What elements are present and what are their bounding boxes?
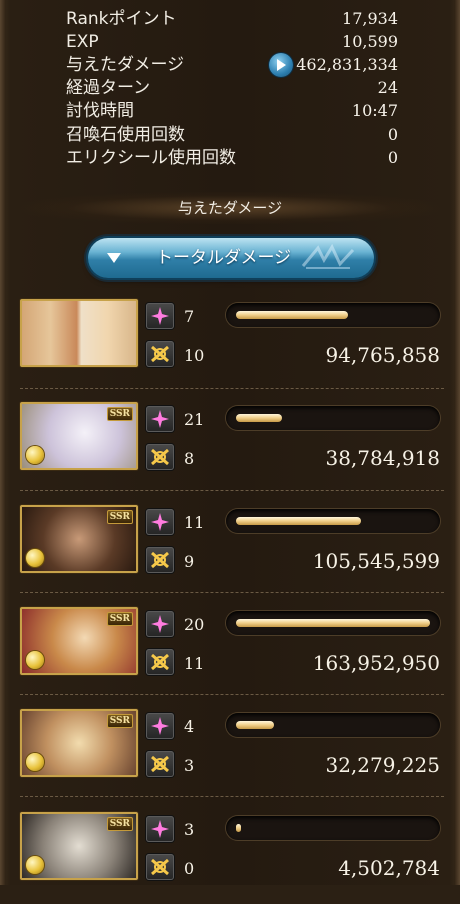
ability-icon (146, 816, 174, 842)
ssr-badge: SSR (106, 817, 133, 831)
ability-count: 11 (184, 513, 205, 532)
charge-attack-icon (146, 444, 174, 470)
character-row: 7 10 94,765,858 (18, 299, 446, 391)
stat-label: 経過ターン (66, 78, 151, 98)
stat-value: 24 (377, 78, 398, 97)
stat-row-damage-dealt: 与えたダメージ 462,831,334 (66, 53, 398, 77)
character-row: SSR 20 11 163,952,950 (18, 607, 446, 699)
damage-value: 105,545,599 (312, 549, 440, 573)
charge-attack-count: 9 (184, 552, 195, 571)
total-damage-button[interactable]: トータルダメージ (88, 238, 374, 278)
damage-value: 163,952,950 (312, 651, 440, 675)
character-row: SSR 11 9 105,545,599 (18, 505, 446, 597)
charge-attack-icon (146, 854, 174, 880)
ssr-badge: SSR (106, 407, 133, 421)
damage-value: 4,502,784 (338, 856, 440, 880)
ability-count: 20 (184, 615, 205, 634)
damage-bar (226, 303, 440, 327)
damage-value: 94,765,858 (325, 343, 440, 367)
character-portrait[interactable]: SSR (20, 709, 138, 777)
ability-count: 4 (184, 717, 195, 736)
damage-bar-fill (236, 517, 361, 525)
decoration-icon (301, 244, 355, 269)
stat-value: 10:47 (351, 101, 398, 120)
damage-bar-fill (236, 414, 282, 422)
charge-attack-count: 8 (184, 449, 195, 468)
coin-icon (26, 753, 44, 771)
ability-icon (146, 713, 174, 739)
charge-attack-icon (146, 547, 174, 573)
ability-count: 7 (184, 307, 195, 326)
character-portrait[interactable] (20, 299, 138, 367)
damage-bar-fill (236, 619, 430, 627)
ability-count: 21 (184, 410, 205, 429)
stat-value: 10,599 (342, 32, 398, 51)
stat-row-elixir-uses: エリクシール使用回数 0 (66, 147, 398, 169)
character-row: SSR 3 0 4,502,784 (18, 812, 446, 904)
character-row: SSR 21 8 38,784,918 (18, 402, 446, 494)
stat-value: 0 (387, 148, 398, 167)
section-title: 与えたダメージ (20, 192, 440, 224)
stat-row-exp: EXP 10,599 (66, 31, 398, 53)
damage-bar (226, 406, 440, 430)
coin-icon (26, 651, 44, 669)
damage-bar (226, 611, 440, 635)
stat-label: 召喚石使用回数 (66, 125, 185, 145)
total-damage-label: トータルダメージ (156, 248, 292, 268)
ability-icon (146, 303, 174, 329)
stat-value: 0 (387, 125, 398, 144)
damage-bar (226, 509, 440, 533)
character-row: SSR 4 3 32,279,225 (18, 709, 446, 801)
ability-count: 3 (184, 820, 195, 839)
stat-label: 与えたダメージ (66, 55, 185, 75)
results-panel: Rankポイント 17,934 EXP 10,599 与えたダメージ 462,8… (0, 0, 460, 885)
ssr-badge: SSR (106, 714, 133, 728)
ability-icon (146, 611, 174, 637)
charge-attack-count: 10 (184, 346, 205, 365)
damage-bar (226, 816, 440, 840)
stat-row-rank-points: Rankポイント 17,934 (66, 8, 398, 30)
stat-label: エリクシール使用回数 (66, 148, 236, 168)
stat-label: Rankポイント (66, 9, 177, 29)
damage-bar-fill (236, 824, 241, 832)
stat-row-summon-uses: 召喚石使用回数 0 (66, 124, 398, 146)
character-portrait[interactable]: SSR (20, 505, 138, 573)
charge-attack-count: 3 (184, 756, 195, 775)
triangle-down-icon (107, 253, 121, 263)
charge-attack-icon (146, 649, 174, 675)
ssr-badge: SSR (106, 510, 133, 524)
stat-value: 17,934 (342, 9, 398, 28)
damage-value: 32,279,225 (325, 753, 440, 777)
damage-bar-fill (236, 721, 274, 729)
charge-attack-count: 11 (184, 654, 205, 673)
charge-attack-icon (146, 341, 174, 367)
stat-row-turns: 経過ターン 24 (66, 77, 398, 99)
coin-icon (26, 549, 44, 567)
charge-attack-icon (146, 751, 174, 777)
ssr-badge: SSR (106, 612, 133, 626)
damage-bar-fill (236, 311, 348, 319)
stat-value: 462,831,334 (296, 55, 398, 74)
play-icon[interactable] (269, 53, 293, 77)
damage-bar (226, 713, 440, 737)
ability-icon (146, 509, 174, 535)
character-portrait[interactable]: SSR (20, 812, 138, 880)
coin-icon (26, 446, 44, 464)
stat-label: 討伐時間 (66, 101, 134, 121)
damage-value: 38,784,918 (325, 446, 440, 470)
portrait-image (22, 301, 136, 365)
stat-row-battle-time: 討伐時間 10:47 (66, 100, 398, 122)
ability-icon (146, 406, 174, 432)
character-portrait[interactable]: SSR (20, 402, 138, 470)
charge-attack-count: 0 (184, 859, 195, 878)
coin-icon (26, 856, 44, 874)
character-portrait[interactable]: SSR (20, 607, 138, 675)
stat-label: EXP (66, 32, 99, 52)
